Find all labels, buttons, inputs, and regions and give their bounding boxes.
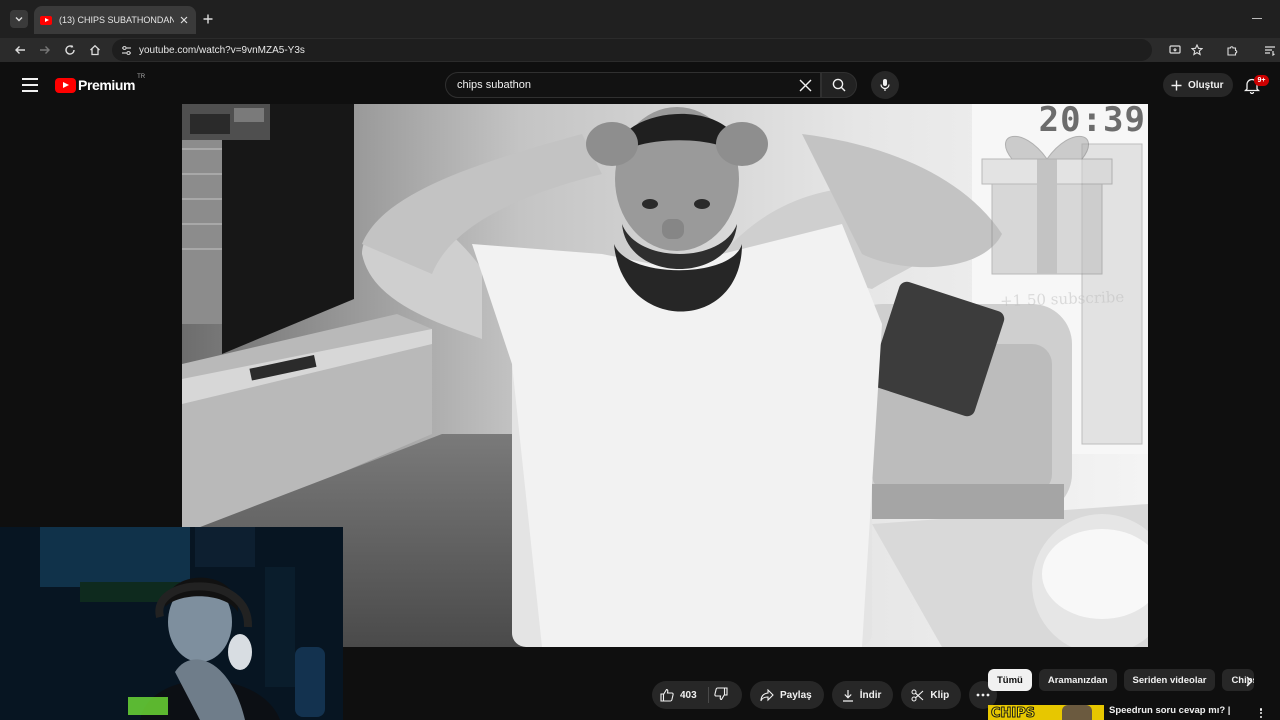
voice-search-button[interactable]: [871, 71, 899, 99]
search-input[interactable]: chips subathon: [445, 72, 821, 98]
search-icon: [832, 78, 846, 92]
puzzle-icon: [1227, 46, 1238, 56]
close-icon: [180, 16, 188, 24]
dot: [1259, 715, 1263, 718]
like-button[interactable]: 403: [652, 688, 707, 702]
new-tab-button[interactable]: [200, 11, 216, 27]
search-button[interactable]: [821, 72, 857, 98]
like-dislike-group: 403: [652, 681, 742, 709]
recommended-video-title[interactable]: Speedrun soru cevap mı? |: [1109, 705, 1230, 716]
clip-button[interactable]: Klip: [901, 681, 962, 709]
create-button[interactable]: Oluştur: [1163, 73, 1233, 97]
logo-region: TR: [137, 74, 146, 80]
youtube-favicon-icon: [40, 15, 52, 25]
share-button[interactable]: Paylaş: [750, 681, 824, 709]
chip-all[interactable]: Tümü: [988, 669, 1032, 691]
reload-icon: [65, 44, 75, 55]
minimize-window-button[interactable]: [1252, 18, 1262, 19]
back-button[interactable]: [12, 42, 28, 58]
plus-icon: [203, 14, 213, 24]
related-filter-chips: Tümü Aramanızdan Seriden videolar Chips: [988, 669, 1261, 691]
create-label: Oluştur: [1188, 79, 1224, 91]
share-icon: [760, 688, 774, 701]
download-button[interactable]: İndir: [831, 681, 894, 709]
thumbnail-person: [1062, 705, 1092, 720]
thumbnail-text: CHIPS: [990, 706, 1036, 720]
recommended-video-thumbnail[interactable]: CHIPS: [988, 705, 1104, 720]
browser-tab-bar: (13) CHIPS SUBATHONDAN KO: [0, 0, 1280, 38]
clear-search-button[interactable]: [797, 77, 813, 93]
microphone-icon: [880, 79, 890, 91]
stream-overlay-thumbnail: [182, 104, 270, 140]
thumbs-down-icon: [714, 687, 728, 701]
download-label: İndir: [859, 689, 882, 701]
tab-title: (13) CHIPS SUBATHONDAN KO: [59, 15, 175, 25]
home-button[interactable]: [87, 42, 103, 58]
extensions-button[interactable]: [1224, 42, 1240, 58]
list-icon: [1265, 46, 1275, 56]
install-icon: [1169, 45, 1181, 54]
menu-line: [22, 78, 38, 80]
star-icon: [1191, 44, 1203, 56]
site-info-button[interactable]: [119, 43, 133, 57]
chip-from-your-search[interactable]: Aramanızdan: [1038, 669, 1117, 691]
recommended-video-menu-button[interactable]: [1256, 706, 1266, 720]
overlay-image: [182, 104, 270, 140]
reload-button[interactable]: [62, 42, 78, 58]
browser-window: (13) CHIPS SUBATHONDAN KO youtube.com/: [0, 0, 1280, 720]
search-query: chips subathon: [457, 79, 531, 91]
subathon-timer: 20:39: [1038, 104, 1146, 140]
menu-line: [22, 90, 38, 92]
browser-toolbar: youtube.com/watch?v=9vnMZA5-Y3s: [0, 38, 1280, 62]
dot: [1259, 711, 1263, 715]
install-app-button[interactable]: [1167, 42, 1183, 58]
like-count: 403: [680, 689, 697, 701]
plus-icon: [1171, 80, 1182, 90]
chevron-right-icon: [1246, 676, 1253, 686]
divider: [708, 687, 709, 703]
forward-button[interactable]: [37, 42, 53, 58]
logo-text: Premium: [78, 77, 136, 93]
youtube-premium-logo[interactable]: Premium TR: [55, 74, 146, 93]
thumbs-up-icon: [660, 688, 674, 702]
guide-menu-button[interactable]: [22, 78, 38, 92]
video-actions: 403 Paylaş İndir Klip: [652, 681, 998, 709]
youtube-logo-icon: [55, 77, 76, 93]
share-label: Paylaş: [780, 689, 812, 701]
chip-from-series[interactable]: Seriden videolar: [1123, 669, 1216, 691]
notification-count-badge: 9+: [1254, 75, 1269, 86]
address-bar[interactable]: youtube.com/watch?v=9vnMZA5-Y3s: [112, 39, 1152, 61]
close-icon: [799, 79, 811, 91]
webcam-image: [0, 527, 343, 720]
arrow-left-icon: [15, 46, 25, 54]
streamer-webcam: [0, 527, 343, 720]
chevron-down-icon: [15, 17, 23, 22]
dislike-button[interactable]: [714, 687, 728, 704]
browser-tab-active[interactable]: (13) CHIPS SUBATHONDAN KO: [34, 6, 196, 34]
bookmark-button[interactable]: [1189, 42, 1205, 58]
dot: [1259, 708, 1263, 711]
reading-list-button[interactable]: [1262, 42, 1278, 58]
tune-icon: [121, 45, 131, 55]
tab-list-button[interactable]: [10, 10, 28, 28]
arrow-right-icon: [40, 46, 50, 54]
chips-next-button[interactable]: [1242, 674, 1256, 688]
home-icon: [90, 44, 100, 56]
menu-line: [22, 84, 38, 86]
download-icon: [842, 689, 853, 702]
tab-close-button[interactable]: [178, 14, 190, 26]
scissors-icon: [911, 689, 924, 701]
clip-label: Klip: [930, 689, 950, 701]
more-horizontal-icon: [976, 693, 990, 697]
url-text: youtube.com/watch?v=9vnMZA5-Y3s: [139, 44, 305, 56]
